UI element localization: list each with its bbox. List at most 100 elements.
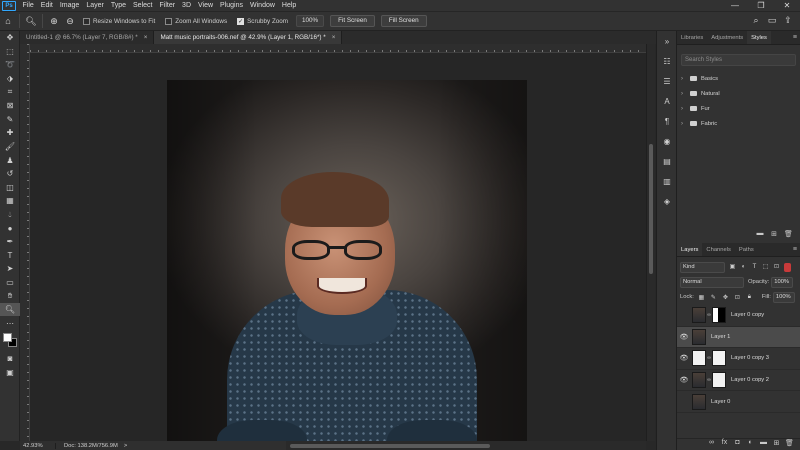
layer-row-layer-0-copy-3[interactable]: 👁 ∞ Layer 0 copy 3 bbox=[677, 348, 800, 370]
panel-menu-icon[interactable]: ≡ bbox=[793, 31, 797, 45]
camera-icon[interactable]: ◉ bbox=[657, 131, 677, 151]
tab-libraries[interactable]: Libraries bbox=[677, 31, 707, 44]
menu-help[interactable]: Help bbox=[278, 0, 299, 11]
zoom-tool-icon[interactable]: 🔍︎ bbox=[0, 302, 20, 317]
lock-image-icon[interactable]: ✎ bbox=[709, 294, 718, 301]
menu-filter[interactable]: Filter bbox=[156, 0, 179, 11]
search-icon[interactable]: ⌕ bbox=[748, 15, 764, 26]
paragraph-icon[interactable]: ¶ bbox=[657, 111, 677, 131]
tab-untitled-1[interactable]: Untitled-1 @ 66.7% (Layer 7, RGB/8#) * × bbox=[20, 31, 155, 44]
rectangle-tool-icon[interactable]: ▭ bbox=[0, 276, 20, 290]
menu-type[interactable]: Type bbox=[107, 0, 129, 11]
layer-row-layer-0[interactable]: 👁 Layer 0 bbox=[677, 391, 800, 413]
filter-toggle[interactable] bbox=[784, 262, 791, 272]
vertical-scrollbar[interactable] bbox=[646, 44, 655, 441]
eye-icon[interactable]: 👁 bbox=[677, 333, 691, 341]
gradient-tool-icon[interactable]: ▦ bbox=[0, 194, 20, 208]
smart-object-filter-icon[interactable]: ⊡ bbox=[772, 263, 781, 272]
zoom-level[interactable]: 42.93% bbox=[20, 442, 56, 449]
frame-tool-icon[interactable]: ⊠ bbox=[0, 99, 20, 113]
tab-layers[interactable]: Layers bbox=[677, 243, 703, 256]
hand-tool-icon[interactable]: ✋︎ bbox=[0, 289, 20, 303]
styles-folder-basics[interactable]: › Basics bbox=[681, 71, 796, 86]
pixel-filter-icon[interactable]: ▣ bbox=[728, 263, 737, 272]
layer-mask-thumbnail[interactable] bbox=[712, 307, 726, 324]
styles-folder-fur[interactable]: › Fur bbox=[681, 101, 796, 116]
healing-brush-tool-icon[interactable]: ✚ bbox=[0, 126, 20, 140]
adjustment-filter-icon[interactable]: ◐ bbox=[739, 263, 748, 272]
foreground-color-swatch[interactable] bbox=[3, 333, 12, 343]
menu-3d[interactable]: 3D bbox=[179, 0, 195, 11]
character-icon[interactable]: A bbox=[657, 91, 677, 111]
vertical-ruler[interactable] bbox=[20, 44, 30, 441]
layer-mask-thumbnail[interactable] bbox=[712, 372, 726, 389]
gradients-icon[interactable]: ▥ bbox=[657, 171, 677, 191]
clone-stamp-tool-icon[interactable]: ♟ bbox=[0, 153, 20, 167]
lock-all-icon[interactable]: 🔒︎ bbox=[745, 294, 754, 301]
fill-input[interactable]: 100% bbox=[772, 291, 795, 303]
scrollbar-thumb[interactable] bbox=[649, 144, 653, 274]
history-icon[interactable]: ◈ bbox=[657, 191, 677, 211]
menu-image[interactable]: Image bbox=[56, 0, 82, 11]
styles-folder-fabric[interactable]: › Fabric bbox=[681, 116, 796, 131]
eye-icon[interactable]: 👁 bbox=[677, 376, 691, 384]
visibility-toggle[interactable]: 👁 bbox=[677, 311, 691, 319]
opacity-input[interactable]: 100% bbox=[771, 276, 794, 288]
tab-styles[interactable]: Styles bbox=[747, 31, 771, 44]
adjustment-layer-icon[interactable]: ◐ bbox=[746, 439, 755, 450]
brush-tool-icon[interactable]: 🖌︎ bbox=[0, 140, 20, 154]
add-mask-icon[interactable]: ◘ bbox=[733, 439, 742, 450]
tab-channels[interactable]: Channels bbox=[702, 243, 735, 256]
lock-position-icon[interactable]: ✥ bbox=[721, 294, 730, 301]
layer-row-layer-0-copy-2[interactable]: 👁 ∞ Layer 0 copy 2 bbox=[677, 370, 800, 392]
color-swatches[interactable] bbox=[0, 330, 20, 352]
tab-adjustments[interactable]: Adjustments bbox=[707, 31, 747, 44]
chevron-right-icon[interactable]: › bbox=[681, 121, 689, 127]
close-button[interactable]: ✕ bbox=[774, 0, 800, 11]
scrollbar-thumb[interactable] bbox=[290, 444, 490, 448]
type-filter-icon[interactable]: T bbox=[750, 263, 759, 272]
fit-screen-button[interactable]: Fit Screen bbox=[330, 15, 375, 27]
zoom-out-icon[interactable]: ⊖ bbox=[62, 14, 78, 28]
new-group-icon[interactable]: ▬ bbox=[759, 439, 768, 450]
new-style-icon[interactable]: ⊞ bbox=[770, 230, 778, 242]
horizontal-ruler[interactable] bbox=[30, 44, 646, 53]
quick-mask-icon[interactable]: ◙ bbox=[0, 352, 20, 366]
chevron-right-icon[interactable]: › bbox=[681, 76, 689, 82]
blend-mode-select[interactable]: Normal bbox=[680, 276, 744, 288]
path-selection-tool-icon[interactable]: ➤ bbox=[0, 262, 20, 276]
swatches-icon[interactable]: ▤ bbox=[657, 151, 677, 171]
lasso-tool-icon[interactable]: ➰ bbox=[0, 58, 20, 72]
more-tools-icon[interactable]: ⋯ bbox=[0, 316, 20, 330]
status-menu-arrow[interactable]: > bbox=[124, 443, 127, 449]
maximize-button[interactable]: ❐ bbox=[748, 0, 774, 11]
dodge-tool-icon[interactable]: ● bbox=[0, 221, 20, 235]
tab-paths[interactable]: Paths bbox=[735, 243, 758, 256]
menu-window[interactable]: Window bbox=[247, 0, 279, 11]
new-group-icon[interactable]: ▬ bbox=[756, 230, 764, 242]
adjustments-icon[interactable]: ☰ bbox=[657, 71, 677, 91]
panel-menu-icon[interactable]: ≡ bbox=[793, 243, 797, 257]
menu-edit[interactable]: Edit bbox=[37, 0, 56, 11]
workspace-icon[interactable]: ▭ bbox=[764, 15, 780, 26]
resize-windows-checkbox[interactable]: Resize Windows to Fit bbox=[83, 17, 155, 25]
chevron-right-icon[interactable]: › bbox=[681, 91, 689, 97]
shape-filter-icon[interactable]: ⬚ bbox=[761, 263, 770, 272]
close-tab-icon[interactable]: × bbox=[144, 34, 148, 41]
menu-view[interactable]: View bbox=[195, 0, 217, 11]
menu-plugins[interactable]: Plugins bbox=[217, 0, 247, 11]
menu-layer[interactable]: Layer bbox=[83, 0, 108, 11]
chevron-right-icon[interactable]: › bbox=[681, 106, 689, 112]
layer-row-layer-1[interactable]: 👁 Layer 1 bbox=[677, 326, 800, 349]
fx-icon[interactable]: fx bbox=[720, 439, 729, 450]
screen-mode-icon[interactable]: ▣ bbox=[0, 366, 20, 380]
eyedropper-tool-icon[interactable]: ✎ bbox=[0, 113, 20, 127]
tab-matt-music-portraits[interactable]: Matt music portraits-006.nef @ 42.9% (La… bbox=[154, 31, 343, 44]
close-tab-icon[interactable]: × bbox=[332, 34, 336, 41]
eraser-tool-icon[interactable]: ◫ bbox=[0, 181, 20, 195]
crop-tool-icon[interactable]: ⌗ bbox=[0, 85, 20, 99]
pen-tool-icon[interactable]: ✒ bbox=[0, 235, 20, 249]
trash-icon[interactable]: 🗑︎ bbox=[784, 230, 793, 242]
visibility-toggle[interactable]: 👁 bbox=[677, 398, 691, 406]
history-brush-tool-icon[interactable]: ↺ bbox=[0, 167, 20, 181]
